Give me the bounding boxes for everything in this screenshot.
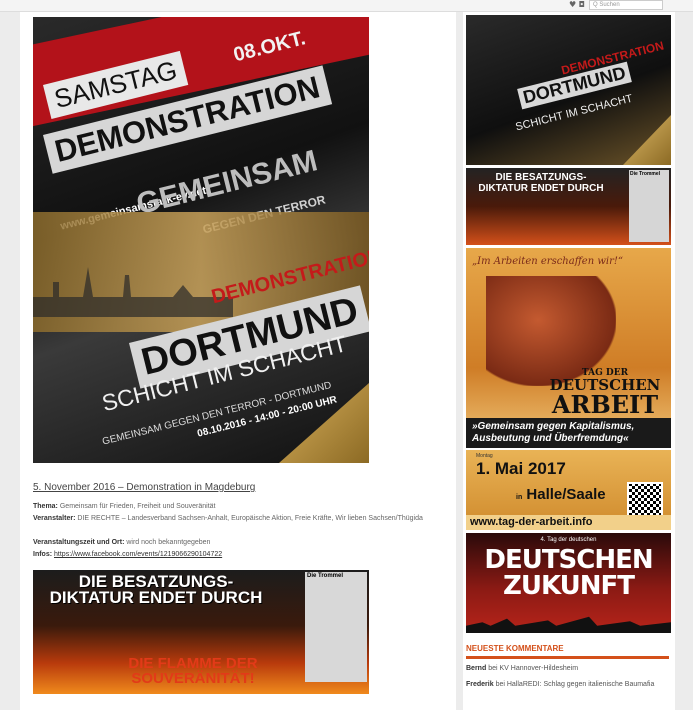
meta-thema-value: Gemeinsam für Frieden, Freiheit und Souv… [59, 503, 216, 510]
comment-item: Frederik bei HallaREDI: Schlag gegen ita… [466, 680, 671, 689]
sidebar: DEMONSTRATION DORTMUND SCHICHT IM SCHACH… [463, 12, 675, 710]
sb5-title: DEUTSCHEN ZUKUNFT [484, 545, 653, 601]
city-silhouette [466, 616, 671, 633]
sb4-date: 1. Mai 2017 [476, 459, 566, 478]
sidebar-banner-deutsche-zukunft[interactable]: 4. Tag der deutschen DEUTSCHEN ZUKUNFT [466, 533, 671, 633]
meta-veranst-label: Veranstalter: [33, 515, 76, 522]
comment-author[interactable]: Frederik [466, 681, 494, 688]
toolbar-icons[interactable]: ♥ ◘ [569, 0, 585, 9]
main-content: SAMSTAG 08.OKT. DEMONSTRATION www.gemein… [20, 12, 456, 710]
comment-item: Bernd bei KV Hannover-Hildesheim [466, 664, 671, 673]
qr-code-icon [627, 482, 663, 518]
newspaper-graphic: Die Trommel [305, 572, 367, 682]
sb3-slogan-bar: »Gemeinsam gegen Kapitalismus, Ausbeutun… [466, 418, 671, 448]
sb2-newspaper: Die Trommel [629, 170, 669, 242]
recent-comments-heading: NEUESTE KOMMENTARE [466, 644, 669, 659]
banner-headline: DIE BESATZUNGS-DIKTATUR ENDET DURCH [49, 572, 263, 607]
sb4-url: www.tag-der-arbeit.info [466, 515, 671, 530]
banner-besatzungs-diktatur[interactable]: DIE BESATZUNGS-DIKTATUR ENDET DURCH DIE … [33, 570, 369, 694]
meta-infos-label: Infos: [33, 551, 53, 558]
sb1-peel-corner [623, 115, 671, 165]
sb4-place: in Halle/Saale [516, 486, 606, 503]
sidebar-banner-1-mai[interactable]: Montag 1. Mai 2017 in Halle/Saale www.ta… [466, 450, 671, 530]
sidebar-banner-besatzung[interactable]: DIE BESATZUNGS-DIKTATUR ENDET DURCH Die … [466, 168, 671, 245]
banner-flame-text: DIE FLAMME DER SOUVERÄNITÄT! [128, 655, 258, 687]
meta-thema: Thema: Gemeinsam für Frieden, Freiheit u… [33, 502, 216, 512]
demo-poster-dortmund[interactable]: SAMSTAG 08.OKT. DEMONSTRATION www.gemein… [33, 17, 369, 463]
browser-topbar: ♥ ◘ Q Suchen [0, 0, 693, 12]
sb4-place-name: Halle/Saale [526, 486, 606, 503]
meta-veranstalter: Veranstalter: DIE RECHTE – Landesverband… [33, 514, 453, 524]
meta-infos: Infos: https://www.facebook.com/events/1… [33, 550, 222, 560]
sb3-tag: TAG DER DEUTSCHEN ARBEIT [545, 368, 665, 417]
comment-author[interactable]: Bernd [466, 665, 486, 672]
sb4-place-prefix: in [516, 494, 523, 501]
sb3-quote: „Im Arbeiten erschaffen wir!“ [472, 256, 623, 267]
sb2-headline: DIE BESATZUNGS-DIKTATUR ENDET DURCH [478, 172, 604, 194]
comment-bei: bei [488, 665, 498, 672]
comment-target[interactable]: HallaREDI: Schlag gegen italienische Bau… [507, 681, 654, 688]
newspaper-label: Die Trommel [307, 573, 344, 579]
comment-target[interactable]: KV Hannover-Hildesheim [499, 665, 578, 672]
meta-thema-label: Thema: [33, 503, 58, 510]
comment-bei: bei [495, 681, 505, 688]
sidebar-banner-dortmund[interactable]: DEMONSTRATION DORTMUND SCHICHT IM SCHACH… [466, 15, 671, 165]
meta-veranst-value: DIE RECHTE – Landesverband Sachsen-Anhal… [77, 515, 423, 522]
search-input[interactable]: Q Suchen [589, 0, 663, 10]
post-title-link[interactable]: 5. November 2016 – Demonstration in Magd… [33, 482, 255, 493]
sb3-tag-line3: ARBEIT [551, 390, 659, 419]
sb5-kicker: 4. Tag der deutschen [540, 537, 597, 543]
meta-zeit-value: wird noch bekanntgegeben [126, 539, 211, 546]
meta-zeit-label: Veranstaltungszeit und Ort: [33, 539, 125, 546]
facebook-event-link[interactable]: https://www.facebook.com/events/12190662… [54, 551, 222, 558]
sb2-newspaper-label: Die Trommel [630, 171, 661, 177]
meta-zeit: Veranstaltungszeit und Ort: wird noch be… [33, 538, 210, 548]
sidebar-banner-tag-der-arbeit[interactable]: „Im Arbeiten erschaffen wir!“ TAG DER DE… [466, 248, 671, 448]
